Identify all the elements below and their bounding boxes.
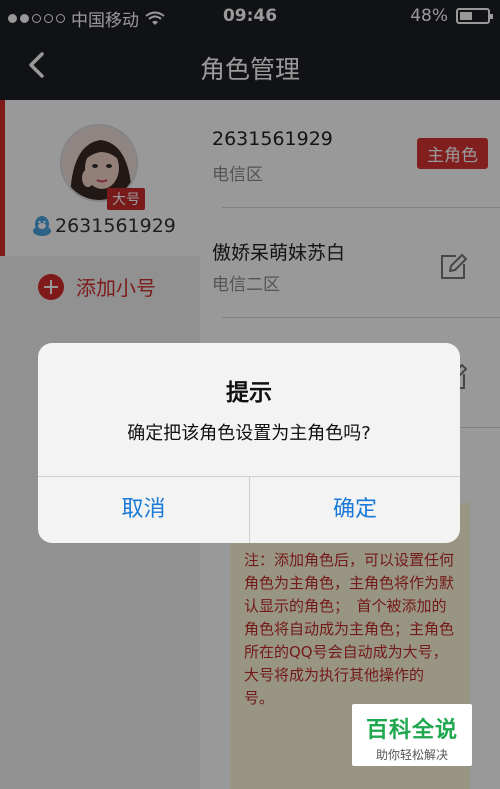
dialog-title: 提示 <box>226 380 272 406</box>
confirm-dialog: 提示 确定把该角色设置为主角色吗? 取消 确定 <box>38 343 460 543</box>
cancel-button[interactable]: 取消 <box>38 477 249 543</box>
watermark-logo: 百科全说 助你轻松解决 <box>352 704 472 766</box>
watermark-subtitle: 助你轻松解决 <box>375 748 448 762</box>
watermark-title: 百科全说 <box>365 718 458 743</box>
dialog-message: 确定把该角色设置为主角色吗? <box>127 423 371 444</box>
confirm-button[interactable]: 确定 <box>249 477 460 543</box>
